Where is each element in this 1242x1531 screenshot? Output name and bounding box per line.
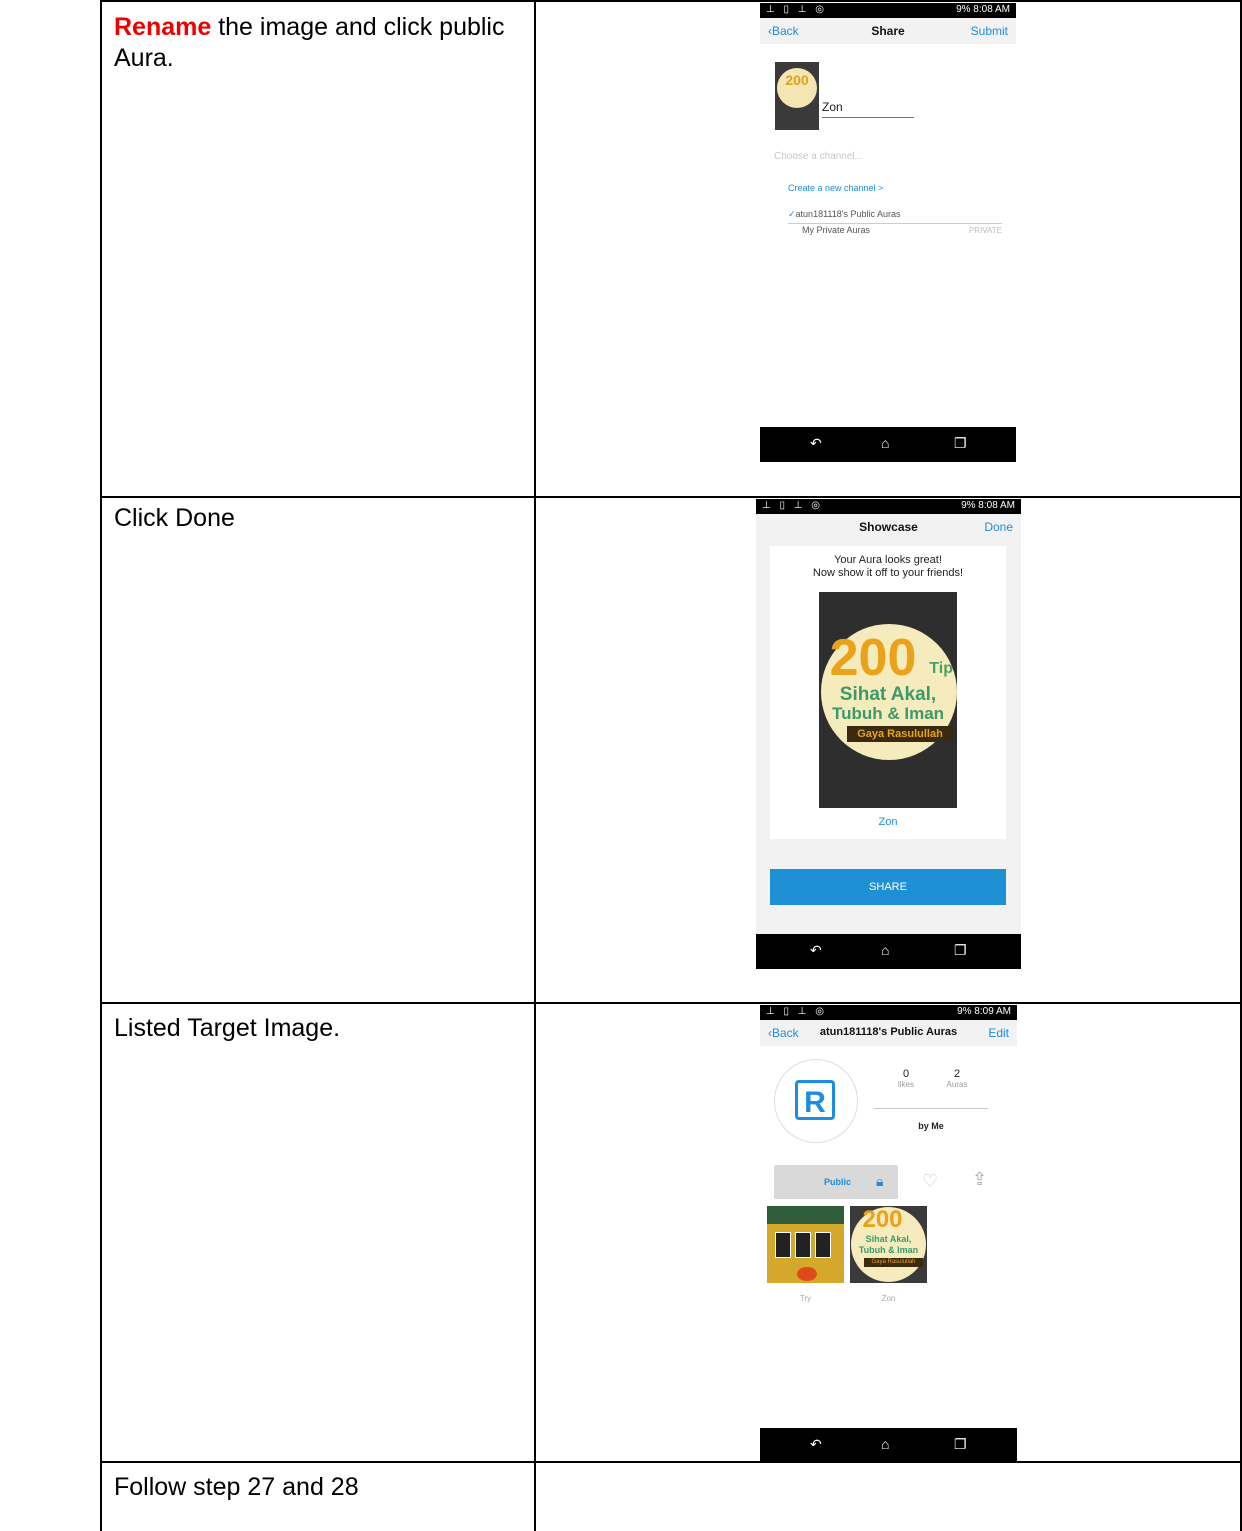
divider — [874, 1108, 988, 1109]
checkmark-icon: ✓ — [788, 209, 796, 219]
public-button[interactable]: Public 🔒︎ — [774, 1165, 898, 1199]
recents-nav-icon[interactable]: ❐ — [954, 942, 967, 959]
auras-stat: 2 Auras — [946, 1068, 968, 1089]
thumbnail-caption: Try — [799, 1294, 812, 1303]
status-bar: ⊥ ▯ ⊥ ◎ 9% 8:09 AM — [760, 1005, 1017, 1020]
channel-private-option[interactable]: My Private Auras — [802, 225, 870, 235]
table-border — [100, 0, 1242, 2]
by-label: by Me — [918, 1121, 944, 1131]
table-border — [100, 0, 102, 1531]
submit-button[interactable]: Submit — [971, 24, 1008, 38]
image-thumbnail: 200 — [775, 62, 819, 130]
back-nav-icon[interactable]: ↶ — [810, 942, 822, 959]
step-instruction: Listed Target Image. — [114, 1014, 341, 1042]
share-icon[interactable]: ⇪ — [972, 1169, 987, 1190]
screen-title: atun181118's Public Auras — [819, 1026, 958, 1038]
nav-bar: ‹Back atun181118's Public Auras Edit — [760, 1020, 1017, 1046]
lock-icon: 🔒︎ — [876, 1173, 884, 1189]
heart-icon[interactable]: ♡ — [922, 1171, 938, 1192]
done-button[interactable]: Done — [984, 520, 1013, 534]
system-nav-bar: ↶ ⌂ ❐ — [760, 427, 1016, 462]
status-bar: ⊥ ▯ ⊥ ◎ 9% 8:08 AM — [756, 499, 1021, 514]
status-bar: ⊥ ▯ ⊥ ◎ 9% 8:08 AM — [760, 3, 1016, 18]
step-instruction: Rename the image and click public Aura. — [114, 12, 524, 74]
screen-title: Showcase — [859, 520, 918, 534]
recents-nav-icon[interactable]: ❐ — [954, 1436, 967, 1453]
create-channel-link[interactable]: Create a new channel > — [788, 183, 883, 193]
image-name-input[interactable] — [822, 97, 914, 118]
home-nav-icon[interactable]: ⌂ — [881, 435, 889, 451]
phone-screenshot-showcase: ⊥ ▯ ⊥ ◎ 9% 8:08 AM Showcase Done Your Aur… — [756, 499, 1021, 969]
back-nav-icon[interactable]: ↶ — [810, 435, 822, 452]
share-button[interactable]: SHARE — [770, 869, 1006, 905]
channel-avatar: R — [774, 1059, 858, 1143]
home-nav-icon[interactable]: ⌂ — [881, 1436, 889, 1452]
step-emphasis: Rename — [114, 13, 212, 41]
phone-screenshot-public-auras: ⊥ ▯ ⊥ ◎ 9% 8:09 AM ‹Back atun181118's Pub… — [760, 1005, 1017, 1461]
channel-placeholder: Choose a channel... — [774, 151, 863, 162]
aura-thumbnail-try[interactable] — [767, 1206, 844, 1283]
nav-bar: ‹Back Share Submit — [760, 18, 1016, 44]
home-nav-icon[interactable]: ⌂ — [881, 942, 889, 958]
nav-bar: Showcase Done — [756, 514, 1021, 540]
likes-stat: 0 likes — [897, 1068, 914, 1089]
system-nav-bar: ↶ ⌂ ❐ — [756, 934, 1021, 969]
showcase-card: Your Aura looks great! Now show it off to… — [770, 546, 1006, 839]
aura-caption: Zon — [878, 816, 898, 828]
thumbnail-caption: Zon — [881, 1294, 896, 1303]
step-instruction: Click Done — [114, 504, 235, 532]
table-border — [100, 496, 1242, 498]
edit-button[interactable]: Edit — [988, 1026, 1009, 1040]
phone-screenshot-share: ⊥ ▯ ⊥ ◎ 9% 8:08 AM ‹Back Share Submit 200… — [760, 3, 1016, 462]
showcase-message: Your Aura looks great! Now show it off to… — [812, 554, 964, 579]
private-tag: PRIVATE — [968, 226, 1002, 235]
recents-nav-icon[interactable]: ❐ — [954, 435, 967, 452]
back-nav-icon[interactable]: ↶ — [810, 1436, 822, 1453]
aura-thumbnail-zon[interactable]: 200 Sihat Akal, Tubuh & Iman Gaya Rasulu… — [850, 1206, 927, 1283]
channel-public-option[interactable]: ✓atun181118's Public Auras — [788, 209, 1002, 224]
table-border — [534, 0, 536, 1531]
aura-image: 200 Tip Sihat Akal, Tubuh & Iman Gaya Ra… — [819, 592, 957, 808]
document-table — [0, 0, 1242, 1531]
table-border — [100, 1002, 1242, 1004]
table-border — [100, 1461, 1242, 1463]
step-instruction: Follow step 27 and 28 — [114, 1473, 359, 1501]
system-nav-bar: ↶ ⌂ ❐ — [760, 1428, 1017, 1461]
